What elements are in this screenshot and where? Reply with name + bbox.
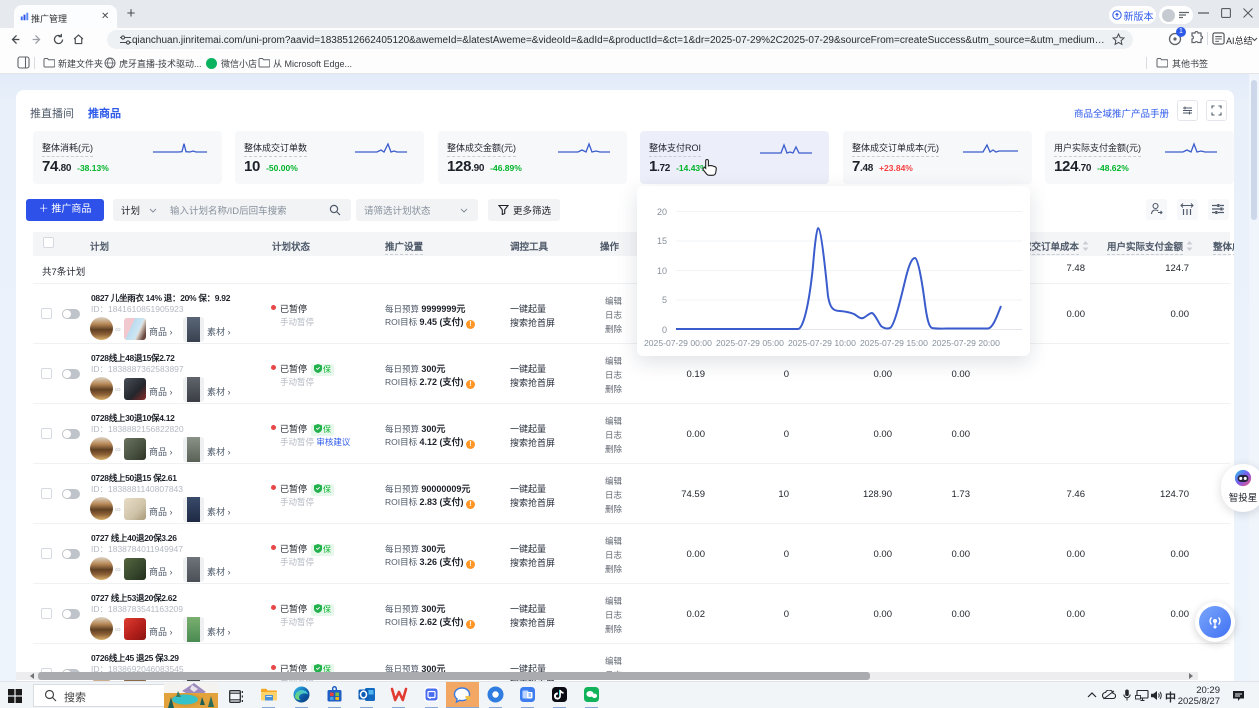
svg-text:2025-07-29 20:00: 2025-07-29 20:00 (932, 338, 1000, 348)
svg-text:0: 0 (662, 325, 667, 335)
svg-text:2025-07-29 05:00: 2025-07-29 05:00 (716, 338, 784, 348)
svg-text:10: 10 (657, 266, 667, 276)
svg-text:2025-07-29 00:00: 2025-07-29 00:00 (644, 338, 712, 348)
svg-text:2025-07-29 10:00: 2025-07-29 10:00 (788, 338, 856, 348)
svg-text:5: 5 (662, 295, 667, 305)
svg-text:15: 15 (657, 236, 667, 246)
svg-text:20: 20 (657, 207, 667, 217)
svg-text:2025-07-29 15:00: 2025-07-29 15:00 (860, 338, 928, 348)
